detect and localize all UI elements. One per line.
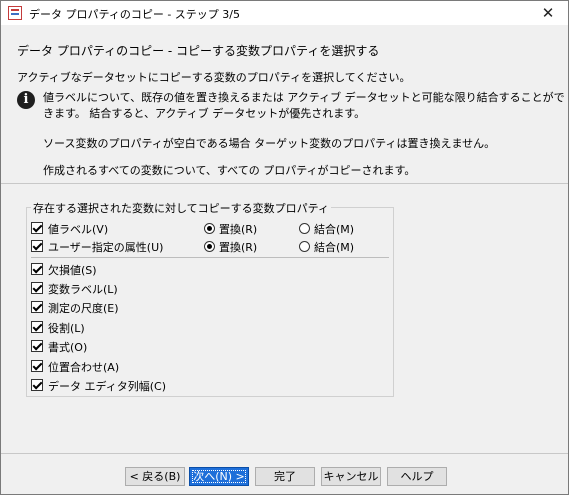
property-checkbox-row: 位置合わせ(A): [31, 359, 231, 375]
value-labels-merge-label[interactable]: 結合(M): [314, 221, 354, 237]
app-window-icon: [8, 6, 22, 20]
missing-values-label[interactable]: 欠損値(S): [48, 262, 97, 278]
measurement-level-label[interactable]: 測定の尺度(E): [48, 300, 119, 316]
custom-attributes-replace-radio[interactable]: [204, 241, 215, 252]
role-label[interactable]: 役割(L): [48, 320, 85, 336]
property-checkbox-row: 変数ラベル(L): [31, 281, 231, 297]
custom-attributes-merge-label[interactable]: 結合(M): [314, 239, 354, 255]
close-icon[interactable]: ✕: [528, 1, 568, 25]
property-checkbox-row: 書式(O): [31, 339, 231, 355]
property-checkbox-row: 欠損値(S): [31, 262, 231, 278]
value-labels-checkbox[interactable]: [31, 222, 43, 234]
property-checkbox-row: 役割(L): [31, 320, 231, 336]
group-divider: [31, 257, 389, 258]
next-button[interactable]: 次へ(N) >: [189, 467, 249, 486]
custom-attributes-replace-label[interactable]: 置換(R): [219, 239, 257, 255]
footer-divider: [1, 453, 568, 454]
title-bar: データ プロパティのコピー - ステップ 3/5 ✕: [1, 1, 568, 25]
note-blank-source: ソース変数のプロパティが空白である場合 ターゲット変数のプロパティは置き換えませ…: [43, 137, 496, 150]
page-heading: データ プロパティのコピー - コピーする変数プロパティを選択する: [17, 44, 380, 58]
value-labels-replace-radio[interactable]: [204, 223, 215, 234]
header-divider: [1, 183, 568, 184]
properties-group-title: 存在する選択された変数に対してコピーする変数プロパティ: [31, 200, 332, 216]
variable-label-label[interactable]: 変数ラベル(L): [48, 281, 118, 297]
help-button[interactable]: ヘルプ: [387, 467, 447, 486]
info-text-line2: きます。 結合すると、アクティブ データセットが優先されます。: [43, 107, 366, 120]
value-labels-merge-radio[interactable]: [299, 223, 310, 234]
format-checkbox[interactable]: [31, 340, 43, 352]
custom-attributes-checkbox[interactable]: [31, 240, 43, 252]
custom-attributes-merge-radio[interactable]: [299, 241, 310, 252]
alignment-label[interactable]: 位置合わせ(A): [48, 359, 119, 375]
value-labels-label[interactable]: 値ラベル(V): [48, 221, 108, 237]
value-labels-replace-label[interactable]: 置換(R): [219, 221, 257, 237]
finish-button[interactable]: 完了: [255, 467, 315, 486]
role-checkbox[interactable]: [31, 321, 43, 333]
format-label[interactable]: 書式(O): [48, 339, 87, 355]
value-labels-row: 値ラベル(V) 置換(R) 結合(M): [31, 221, 371, 237]
info-text-line1: 値ラベルについて、既存の値を置き換えるまたは アクティブ データセットと可能な限…: [43, 91, 565, 104]
column-width-label[interactable]: データ エディタ列幅(C): [48, 378, 166, 394]
info-icon: i: [17, 91, 35, 109]
missing-values-checkbox[interactable]: [31, 263, 43, 275]
note-new-variables: 作成されるすべての変数について、すべての プロパティがコピーされます。: [43, 164, 416, 177]
header-area: データ プロパティのコピー - コピーする変数プロパティを選択する アクティブな…: [1, 25, 568, 183]
dialog-window: データ プロパティのコピー - ステップ 3/5 ✕ データ プロパティのコピー…: [0, 0, 569, 495]
custom-attributes-label[interactable]: ユーザー指定の属性(U): [48, 239, 163, 255]
property-checkbox-row: データ エディタ列幅(C): [31, 378, 231, 394]
cancel-button[interactable]: キャンセル: [321, 467, 381, 486]
page-subheading: アクティブなデータセットにコピーする変数のプロパティを選択してください。: [17, 71, 411, 84]
variable-label-checkbox[interactable]: [31, 282, 43, 294]
alignment-checkbox[interactable]: [31, 360, 43, 372]
window-title: データ プロパティのコピー - ステップ 3/5: [29, 8, 240, 21]
property-checkbox-row: 測定の尺度(E): [31, 300, 231, 316]
column-width-checkbox[interactable]: [31, 379, 43, 391]
measurement-level-checkbox[interactable]: [31, 301, 43, 313]
custom-attributes-row: ユーザー指定の属性(U) 置換(R) 結合(M): [31, 239, 371, 255]
back-button[interactable]: < 戻る(B): [125, 467, 185, 486]
